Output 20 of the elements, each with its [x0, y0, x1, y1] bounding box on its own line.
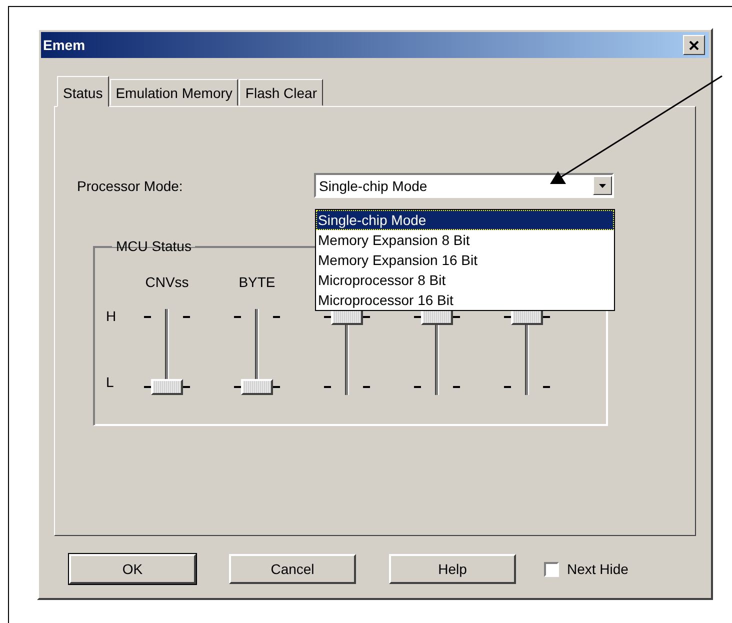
dropdown-option[interactable]: Memory Expansion 16 Bit — [316, 250, 614, 270]
group-title: MCU Status — [115, 238, 192, 254]
dropdown-option[interactable]: Microprocessor 8 Bit — [316, 270, 614, 290]
dropdown-option[interactable]: Memory Expansion 8 Bit — [316, 230, 614, 250]
field-label: Processor Mode: — [77, 178, 184, 194]
tab[interactable]: Emulation Memory — [110, 79, 238, 106]
tab[interactable]: Status — [57, 76, 109, 107]
low-label: L — [106, 374, 115, 390]
window-title: Emem — [43, 37, 86, 53]
dialog-button[interactable]: OK — [69, 554, 196, 584]
high-label: H — [106, 308, 118, 324]
slider-label: CNVss — [145, 274, 189, 290]
slider-label: BYTE — [238, 274, 276, 290]
processor-mode-dropdown[interactable]: Single-chip Mode — [314, 173, 614, 198]
dropdown-option[interactable]: Single-chip Mode — [316, 210, 614, 230]
checkbox-label: Next Hide — [567, 561, 628, 577]
dropdown-option[interactable]: Microprocessor 16 Bit — [316, 290, 614, 310]
dialog-button[interactable]: Help — [389, 554, 516, 584]
dialog-button[interactable]: Cancel — [229, 554, 356, 584]
tab[interactable]: Flash Clear — [239, 79, 323, 106]
